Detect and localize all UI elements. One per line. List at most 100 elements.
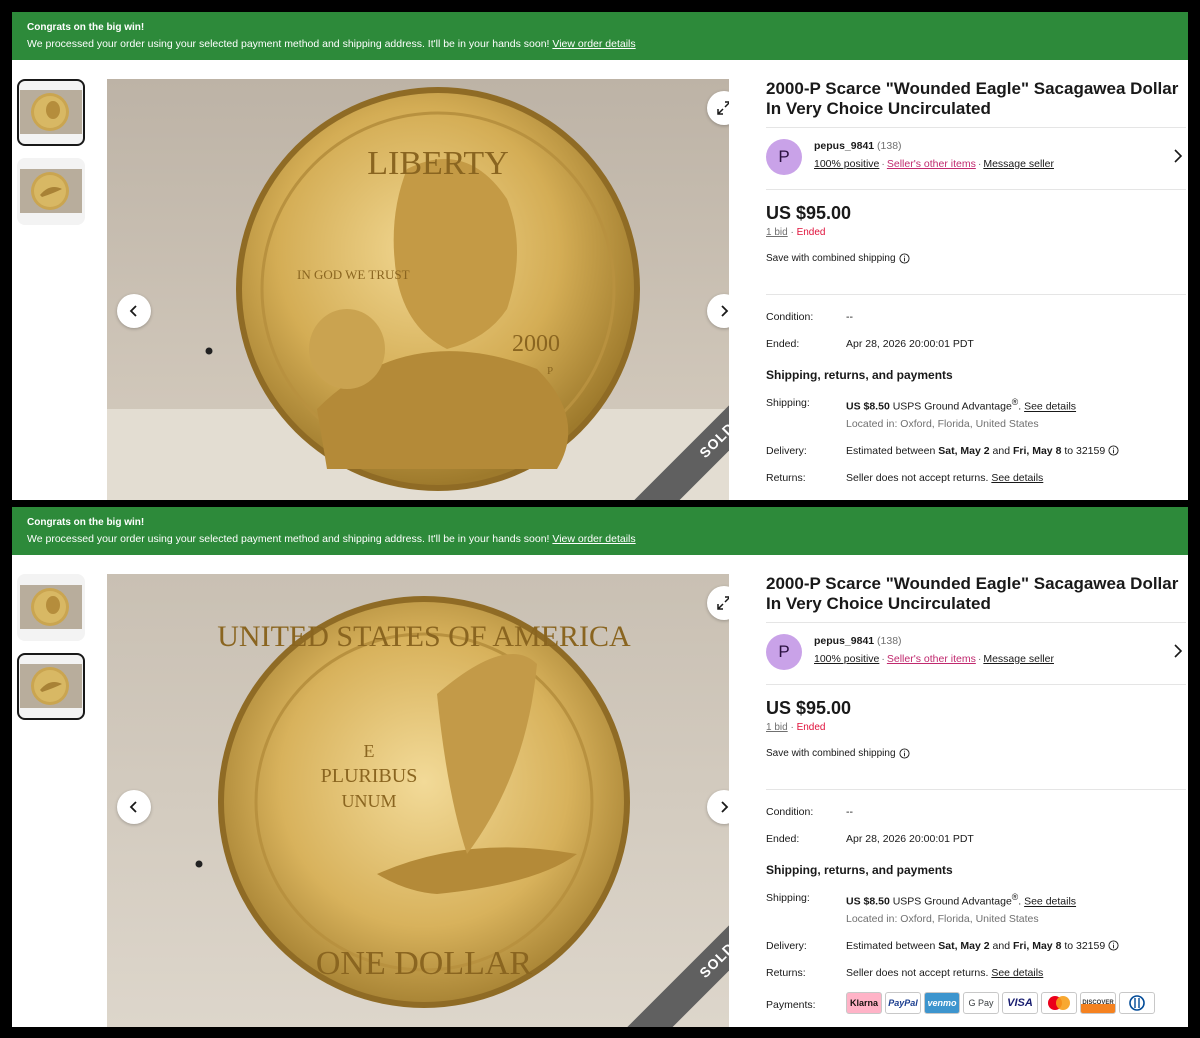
bid-count-link[interactable]: 1 bid [766, 722, 788, 733]
seller-card[interactable]: P pepus_9841 (138) 100% positive · Seller'… [766, 137, 1186, 177]
delivery-label: Delivery: [766, 445, 807, 457]
divider [766, 622, 1186, 623]
expand-icon [717, 101, 729, 115]
listing-title-line2: In Very Choice Uncirculated [766, 99, 991, 118]
price: US $95.00 [766, 203, 852, 223]
coin-mint-text: P [547, 365, 553, 377]
seller-username: pepus_9841 [814, 140, 875, 152]
seller-other-items-link[interactable]: Seller's other items [887, 158, 976, 170]
condition-label: Condition: [766, 311, 814, 323]
combined-shipping-text: Save with combined shipping [766, 748, 896, 759]
previous-image-button[interactable] [117, 294, 151, 328]
listing-title-line2: In Very Choice Uncirculated [766, 594, 991, 613]
delivery-zip: to 32159 [1064, 940, 1106, 952]
message-seller-link[interactable]: Message seller [983, 653, 1054, 665]
positive-feedback-link[interactable]: 100% positive [814, 158, 879, 170]
message-seller-link[interactable]: Message seller [983, 158, 1054, 170]
coin-reverse-photo: UNITED STATES OF AMERICA E PLURIBUS UNUM… [107, 574, 729, 1027]
listing-details: 2000-P Scarce "Wounded Eagle" Sacagawea … [766, 79, 1186, 500]
venmo-logo: venmo [924, 992, 960, 1014]
combined-shipping: Save with combined shipping [766, 748, 910, 759]
coin-motto-line2: PLURIBUS [321, 765, 418, 787]
banner-message-text: We processed your order using your selec… [27, 533, 550, 545]
coin-motto-text: IN GOD WE TRUST [297, 267, 410, 282]
seller-card[interactable]: P pepus_9841 (138) 100% positive · Seller'… [766, 632, 1186, 672]
view-order-details-link[interactable]: View order details [552, 533, 635, 545]
thumbnail-obverse[interactable] [17, 574, 85, 641]
info-icon[interactable] [898, 253, 910, 264]
shipping-see-details-link[interactable]: See details [1024, 401, 1076, 413]
ended-status: Ended [796, 227, 826, 238]
delivery-end: Fri, May 8 [1012, 940, 1062, 952]
view-order-details-link[interactable]: View order details [552, 38, 635, 50]
returns-see-details-link[interactable]: See details [991, 967, 1043, 979]
registered-mark: ® [1011, 892, 1019, 902]
coin-year-text: 2000 [512, 331, 560, 357]
returns-text: Seller does not accept returns. [846, 967, 989, 979]
shipping-value: US $8.50 USPS Ground Advantage®. See det… [846, 892, 1077, 908]
listing-title: 2000-P Scarce "Wounded Eagle" Sacagawea … [766, 79, 1178, 119]
thumbnail-reverse-image [20, 664, 82, 708]
returns-value: Seller does not accept returns. See deta… [846, 967, 1043, 979]
divider [766, 294, 1186, 295]
banner-message: We processed your order using your selec… [27, 37, 1173, 51]
previous-image-button[interactable] [117, 790, 151, 824]
item-location: Located in: Oxford, Florida, United Stat… [846, 913, 1039, 925]
delivery-start: Sat, May 2 [938, 940, 990, 952]
seller-name: pepus_9841 (138) [814, 140, 902, 152]
info-icon[interactable] [1108, 445, 1119, 456]
delivery-zip: to 32159 [1064, 445, 1106, 457]
chevron-right-icon[interactable] [1172, 644, 1184, 658]
diners-club-logo [1119, 992, 1155, 1014]
delivery-start: Sat, May 2 [938, 445, 990, 457]
thumbnail-reverse-image [20, 169, 82, 213]
coin-denomination-text: ONE DOLLAR [316, 945, 533, 982]
chevron-right-icon [721, 801, 729, 813]
seller-feedback-count: (138) [877, 635, 902, 647]
shipping-cost: US $8.50 [846, 400, 890, 413]
seller-feedback-count: (138) [877, 140, 902, 152]
delivery-value: Estimated between Sat, May 2 and Fri, Ma… [846, 445, 1119, 457]
thumbnail-reverse[interactable] [17, 653, 85, 720]
ended-label: Ended: [766, 338, 800, 350]
positive-feedback-link[interactable]: 100% positive [814, 653, 879, 665]
listing-details: 2000-P Scarce "Wounded Eagle" Sacagawea … [766, 574, 1186, 1027]
mastercard-logo [1041, 992, 1077, 1014]
condition-label: Condition: [766, 806, 814, 818]
discover-logo: DISCOVER [1080, 992, 1116, 1014]
shipping-section-title: Shipping, returns, and payments [766, 863, 953, 877]
thumbnail-obverse-image [20, 585, 82, 629]
image-gallery[interactable]: LIBERTY IN GOD WE TRUST 2000 P SOLD [107, 79, 729, 500]
condition-value: -- [846, 806, 853, 818]
delivery-end: Fri, May 8 [1012, 445, 1062, 457]
ended-label: Ended: [766, 833, 800, 845]
klarna-logo: Klarna [846, 992, 882, 1014]
chevron-left-icon [129, 305, 137, 317]
banner-message: We processed your order using your selec… [27, 532, 1173, 546]
thumbnail-obverse-image [20, 90, 82, 134]
registered-mark: ® [1011, 397, 1019, 407]
thumbnail-reverse[interactable] [17, 158, 85, 225]
coin-legend-text: UNITED STATES OF AMERICA [217, 620, 631, 653]
delivery-prefix: Estimated between [846, 940, 936, 952]
shipping-see-details-link[interactable]: See details [1024, 896, 1076, 908]
thumbnail-obverse[interactable] [17, 79, 85, 146]
banner-title: Congrats on the big win! [27, 22, 145, 33]
diners-club-icon [1129, 995, 1145, 1011]
coin-legend-text: LIBERTY [367, 145, 509, 182]
info-icon[interactable] [898, 748, 910, 759]
listing-screen-1: Congrats on the big win! We processed yo… [12, 12, 1188, 500]
returns-label: Returns: [766, 472, 806, 484]
returns-see-details-link[interactable]: See details [991, 472, 1043, 484]
divider [766, 684, 1186, 685]
paypal-logo: PayPal [885, 992, 921, 1014]
listing-screen-2: Congrats on the big win! We processed yo… [12, 507, 1188, 1027]
info-icon[interactable] [1108, 940, 1119, 951]
shipping-label: Shipping: [766, 397, 810, 409]
image-gallery[interactable]: UNITED STATES OF AMERICA E PLURIBUS UNUM… [107, 574, 729, 1027]
seller-other-items-link[interactable]: Seller's other items [887, 653, 976, 665]
chevron-right-icon[interactable] [1172, 149, 1184, 163]
seller-username: pepus_9841 [814, 635, 875, 647]
bid-count-link[interactable]: 1 bid [766, 227, 788, 238]
item-location: Located in: Oxford, Florida, United Stat… [846, 418, 1039, 430]
